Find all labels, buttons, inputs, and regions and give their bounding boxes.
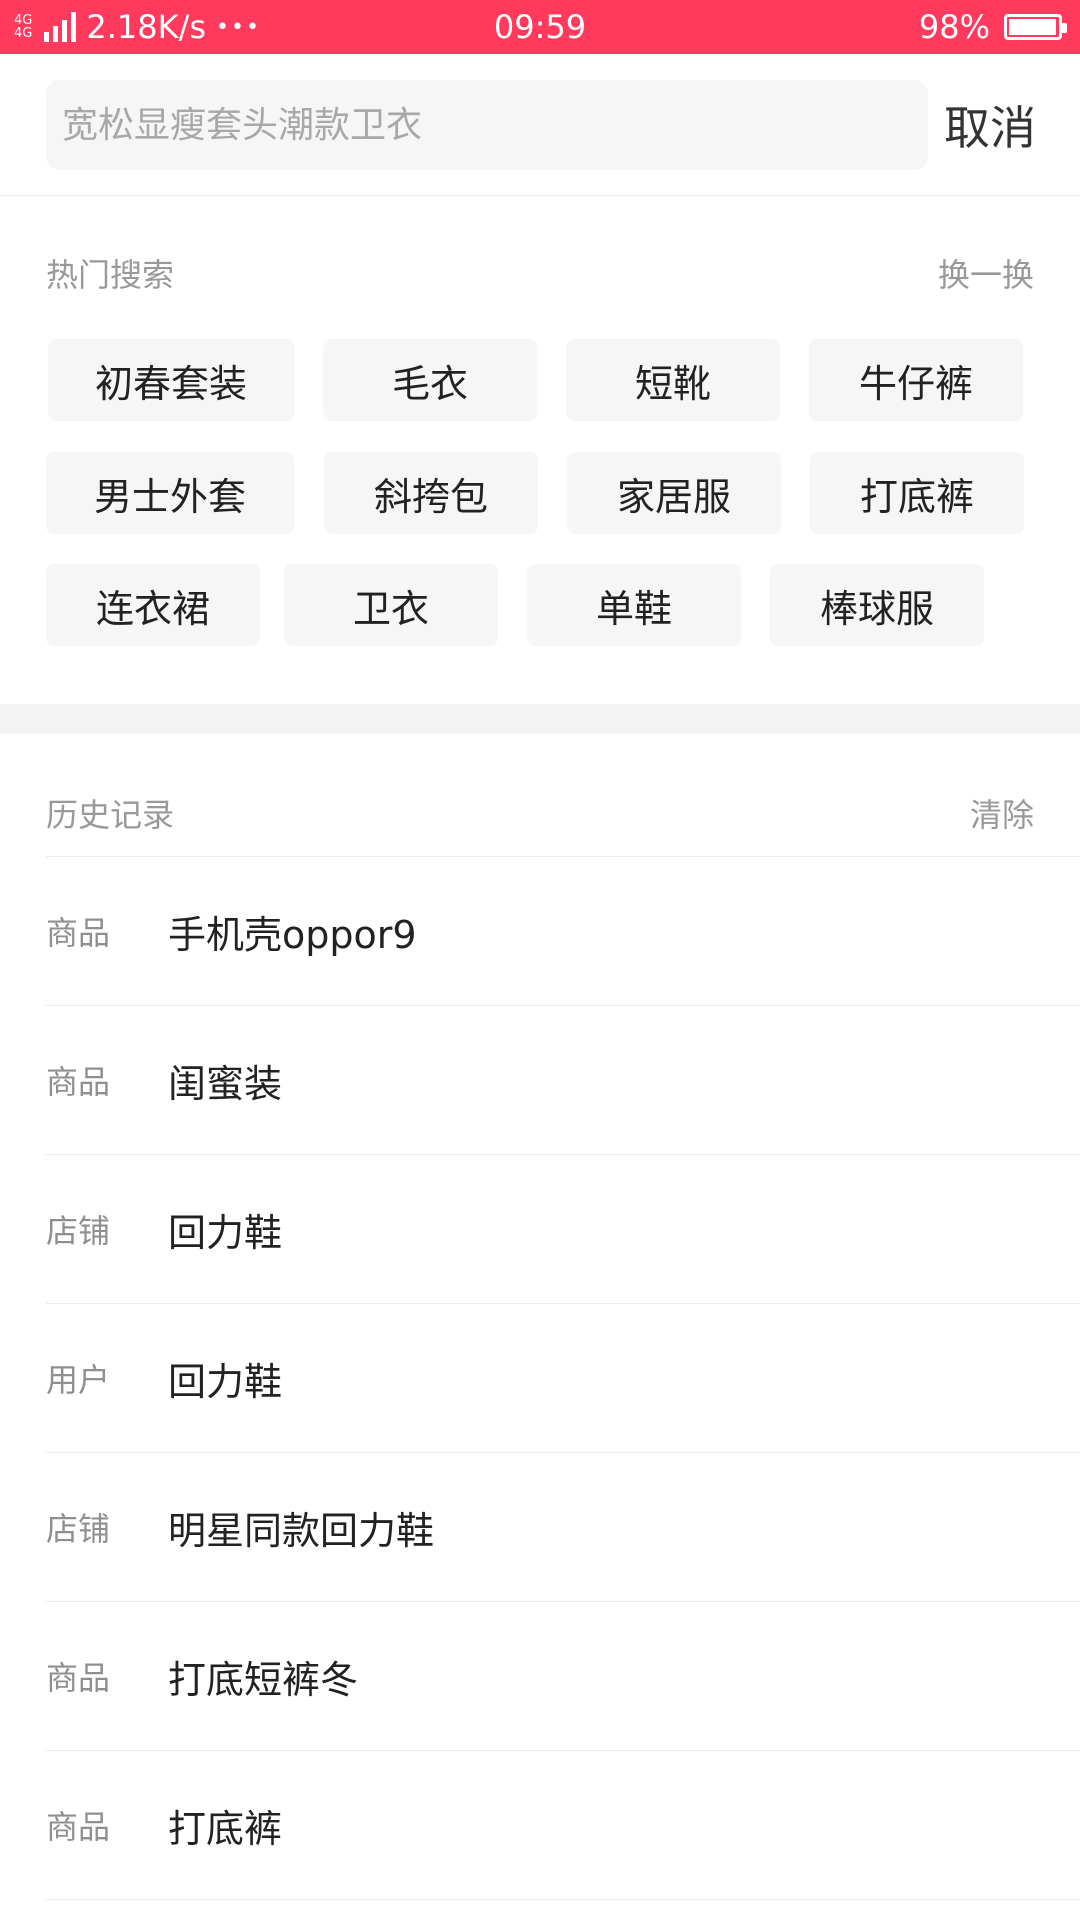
battery-percent: 98%: [918, 8, 990, 46]
network-type-secondary: 4G: [14, 26, 33, 41]
history-item-text: 打底裤: [168, 1806, 283, 1851]
search-box[interactable]: [46, 80, 928, 170]
history-item-text: 明星同款回力鞋: [168, 1508, 435, 1553]
history-header: 历史记录 清除: [46, 790, 1034, 836]
history-item-type: 商品: [46, 914, 111, 952]
clear-history-button[interactable]: 清除: [970, 790, 1034, 836]
hot-tag[interactable]: 家居服: [567, 452, 781, 534]
history-item-text: 手机壳oppor9: [168, 912, 417, 957]
history-item[interactable]: 商品 闺蜜装: [46, 1006, 1080, 1155]
network-speed: 2.18K/s: [86, 8, 207, 46]
hot-search-title: 热门搜索: [46, 256, 175, 294]
history-item[interactable]: 商品 手机壳oppor9: [46, 857, 1080, 1006]
history-item-type: 用户: [46, 1361, 111, 1399]
history-item[interactable]: 店铺 回力鞋: [46, 1155, 1080, 1304]
hot-search-header: 热门搜索 换一换: [46, 250, 1034, 296]
history-item-type: 商品: [46, 1808, 111, 1846]
hot-tag[interactable]: 连衣裙: [46, 564, 260, 646]
history-item[interactable]: 商品 打底裤: [46, 1751, 1080, 1900]
hot-tag[interactable]: 毛衣: [323, 339, 537, 421]
history-item-text: 打底短裤冬: [168, 1657, 359, 1702]
history-item-text: 回力鞋: [168, 1359, 283, 1404]
hot-tag[interactable]: 打底裤: [810, 452, 1024, 534]
hot-tag[interactable]: 斜挎包: [324, 452, 538, 534]
hot-tag[interactable]: 棒球服: [770, 564, 984, 646]
status-left: 4G 4G 2.18K/s •••: [14, 8, 261, 46]
history-item-text: 回力鞋: [168, 1210, 283, 1255]
search-header: 取消: [0, 54, 1080, 196]
cancel-button[interactable]: 取消: [944, 92, 1036, 158]
history-list: 商品 手机壳oppor9 商品 闺蜜装 店铺 回力鞋 用户 回力鞋 店铺 明星同…: [46, 856, 1080, 1900]
history-item[interactable]: 店铺 明星同款回力鞋: [46, 1453, 1080, 1602]
history-item[interactable]: 商品 打底短裤冬: [46, 1602, 1080, 1751]
history-title: 历史记录: [46, 796, 175, 834]
hot-tag[interactable]: 牛仔裤: [809, 339, 1023, 421]
history-item[interactable]: 用户 回力鞋: [46, 1304, 1080, 1453]
hot-tag[interactable]: 单鞋: [527, 564, 741, 646]
history-item-type: 店铺: [46, 1510, 111, 1548]
status-bar: 4G 4G 2.18K/s ••• 09:59 98%: [0, 0, 1080, 54]
battery-icon: [1004, 14, 1067, 40]
signal-icon: [44, 12, 77, 42]
hot-tag[interactable]: 男士外套: [46, 452, 294, 534]
refresh-button[interactable]: 换一换: [938, 250, 1034, 296]
history-item-type: 店铺: [46, 1212, 111, 1250]
network-indicator: 4G 4G: [14, 14, 32, 40]
hot-tag[interactable]: 卫衣: [284, 564, 498, 646]
hot-tag[interactable]: 初春套装: [48, 339, 294, 421]
history-item-type: 商品: [46, 1063, 111, 1101]
status-right: 98%: [918, 8, 1067, 46]
section-divider: [0, 704, 1080, 734]
history-item-type: 商品: [46, 1659, 111, 1697]
battery-fill: [1009, 19, 1057, 35]
history-item-text: 闺蜜装: [168, 1061, 283, 1106]
hot-tag[interactable]: 短靴: [566, 339, 780, 421]
more-dots-icon: •••: [216, 14, 261, 40]
search-input[interactable]: [62, 104, 928, 146]
